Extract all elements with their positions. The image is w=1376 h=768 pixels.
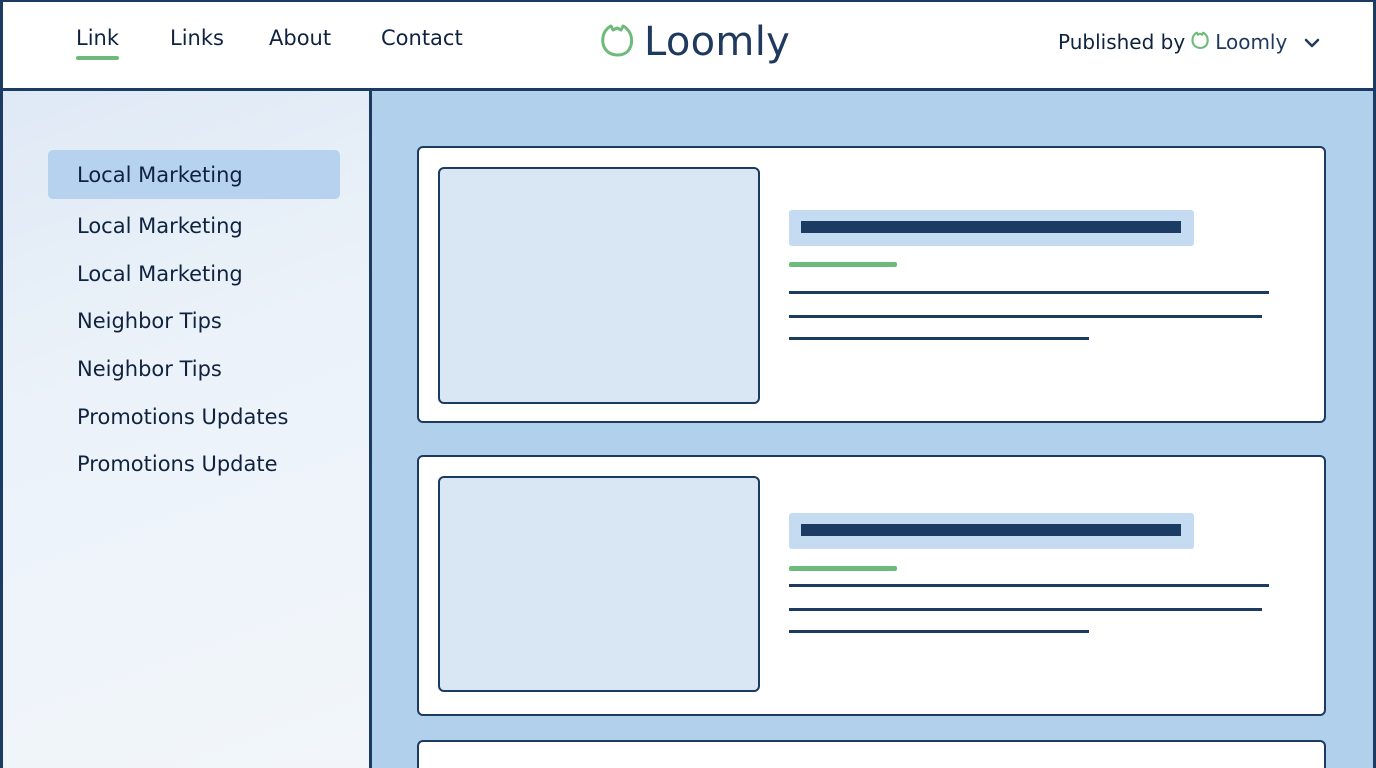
post-card[interactable] — [417, 455, 1326, 716]
post-card[interactable] — [417, 146, 1326, 423]
nav-link-label: Contact — [381, 26, 463, 50]
text-line-placeholder — [789, 584, 1269, 587]
nav-link-about[interactable]: About — [269, 26, 331, 56]
active-nav-underline — [76, 56, 120, 60]
nav-link-links[interactable]: Links — [170, 26, 224, 56]
title-bar-placeholder — [801, 524, 1181, 536]
text-line-placeholder — [789, 608, 1262, 611]
publisher-label: Published by — [1058, 30, 1186, 54]
post-card[interactable] — [417, 740, 1326, 768]
sidebar-item-local-marketing[interactable]: Local Marketing — [48, 201, 340, 250]
nav-link-label: Link — [76, 26, 120, 50]
sidebar-item-label: Neighbor Tips — [77, 308, 222, 333]
loomly-leaf-icon — [598, 20, 636, 64]
sidebar-item-label: Promotions Update — [77, 451, 278, 476]
nav-link-contact[interactable]: Contact — [381, 26, 463, 56]
post-tag-placeholder — [789, 262, 897, 267]
text-line-placeholder — [789, 337, 1089, 340]
text-line-placeholder — [789, 315, 1262, 318]
post-thumbnail-placeholder — [438, 167, 760, 404]
brand-logo[interactable]: Loomly — [598, 18, 790, 66]
nav-link-label: Links — [170, 26, 224, 50]
nav-link-label: About — [269, 26, 332, 50]
sidebar-item-label: Local Marketing — [77, 261, 243, 286]
sidebar-item-label: Local Marketing — [77, 213, 243, 238]
sidebar: Local Marketing Local Marketing Local Ma… — [0, 91, 372, 768]
publisher-dropdown[interactable]: Published by Loomly — [1058, 28, 1320, 56]
sidebar-item-local-marketing[interactable]: Local Marketing — [48, 249, 340, 298]
sidebar-item-neighbor-tips[interactable]: Neighbor Tips — [48, 344, 340, 393]
logo-text: Loomly — [644, 19, 791, 65]
title-bar-placeholder — [801, 221, 1181, 233]
sidebar-item-label: Promotions Updates — [77, 404, 289, 429]
sidebar-item-promotions-updates[interactable]: Promotions Updates — [48, 392, 340, 441]
sidebar-item-promotions-update[interactable]: Promotions Update — [48, 439, 340, 488]
sidebar-item-label: Local Marketing — [77, 162, 243, 187]
nav-link-link[interactable]: Link — [76, 26, 120, 60]
top-header: Link Links About Contact Loomly Publishe… — [0, 0, 1376, 91]
content-feed — [372, 91, 1376, 768]
post-title-placeholder — [789, 210, 1194, 246]
loomly-leaf-icon — [1190, 29, 1210, 56]
text-line-placeholder — [789, 630, 1089, 633]
post-title-placeholder — [789, 513, 1194, 549]
text-line-placeholder — [789, 291, 1269, 294]
post-tag-placeholder — [789, 566, 897, 571]
sidebar-item-label: Neighbor Tips — [77, 356, 222, 381]
sidebar-item-neighbor-tips[interactable]: Neighbor Tips — [48, 296, 340, 345]
chevron-down-icon[interactable] — [1304, 30, 1320, 54]
publisher-brand: Loomly — [1215, 30, 1288, 54]
post-thumbnail-placeholder — [438, 476, 760, 692]
sidebar-item-local-marketing[interactable]: Local Marketing — [48, 150, 340, 199]
